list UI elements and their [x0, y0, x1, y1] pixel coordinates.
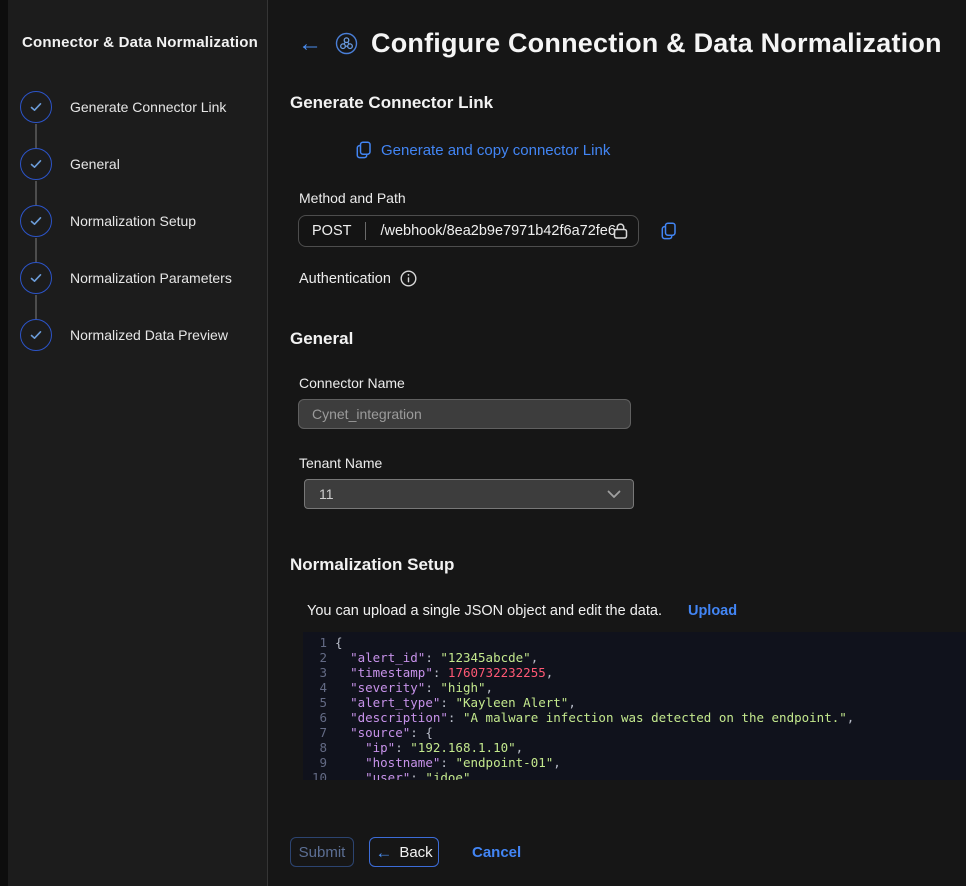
page-header: ← Configure Connection & Data Normalizat…	[290, 28, 966, 59]
checkmark-icon	[28, 327, 44, 343]
authentication-label: Authentication	[299, 271, 391, 287]
step-normalization-parameters[interactable]: Normalization Parameters	[8, 249, 267, 306]
back-button-arrow-icon: ←	[375, 844, 392, 861]
back-button-label: Back	[399, 844, 432, 861]
checkmark-icon	[28, 99, 44, 115]
step-label: Generate Connector Link	[70, 99, 226, 115]
step-generate-connector-link[interactable]: Generate Connector Link	[8, 78, 267, 135]
connector-name-value: Cynet_integration	[312, 406, 422, 422]
back-arrow-icon[interactable]: ←	[298, 32, 322, 56]
step-complete-icon	[20, 148, 52, 180]
submit-button[interactable]: Submit	[290, 837, 354, 867]
steps-sidebar: Connector & Data Normalization Generate …	[0, 0, 268, 886]
section-heading-generate: Generate Connector Link	[290, 93, 966, 113]
checkmark-icon	[28, 213, 44, 229]
step-complete-icon	[20, 91, 52, 123]
section-heading-general: General	[290, 329, 966, 349]
copy-path-icon[interactable]	[661, 222, 677, 240]
step-normalization-setup[interactable]: Normalization Setup	[8, 192, 267, 249]
method-path-row: POST /webhook/8ea2b9e7971b42f6a72fe6	[298, 215, 966, 247]
copy-icon	[356, 141, 372, 159]
upload-link[interactable]: Upload	[688, 603, 737, 619]
page-title: Configure Connection & Data Normalizatio…	[371, 28, 942, 59]
section-heading-normalization: Normalization Setup	[290, 555, 966, 575]
connector-name-input[interactable]: Cynet_integration	[298, 399, 631, 429]
method-path-field[interactable]: POST /webhook/8ea2b9e7971b42f6a72fe6	[298, 215, 639, 247]
cancel-button[interactable]: Cancel	[472, 837, 521, 867]
footer-actions: Submit ← Back Cancel	[290, 837, 966, 867]
steps-list: Generate Connector Link General Normaliz…	[8, 78, 267, 363]
step-label: Normalization Parameters	[70, 270, 232, 286]
generate-copy-link-label: Generate and copy connector Link	[381, 142, 610, 159]
json-editor[interactable]: 1{2 "alert_id": "12345abcde",3 "timestam…	[303, 632, 966, 780]
connector-cluster-icon	[334, 31, 359, 56]
upload-hint: You can upload a single JSON object and …	[307, 603, 662, 619]
step-complete-icon	[20, 205, 52, 237]
step-complete-icon	[20, 262, 52, 294]
configure-connector-page: Connector & Data Normalization Generate …	[0, 0, 966, 886]
step-complete-icon	[20, 319, 52, 351]
info-icon[interactable]	[400, 270, 417, 287]
http-method: POST	[312, 223, 351, 239]
step-label: General	[70, 156, 120, 172]
field-divider	[365, 222, 366, 240]
generate-copy-link[interactable]: Generate and copy connector Link	[356, 141, 610, 159]
lock-icon	[612, 222, 629, 240]
step-label: Normalized Data Preview	[70, 327, 228, 343]
method-path-label: Method and Path	[299, 190, 966, 206]
chevron-down-icon	[607, 490, 621, 499]
checkmark-icon	[28, 156, 44, 172]
upload-row: You can upload a single JSON object and …	[307, 603, 966, 619]
authentication-row: Authentication	[299, 270, 966, 287]
webhook-path: /webhook/8ea2b9e7971b42f6a72fe6	[380, 223, 618, 239]
sidebar-title: Connector & Data Normalization	[22, 34, 267, 51]
main-content: ← Configure Connection & Data Normalizat…	[269, 0, 966, 886]
tenant-name-label: Tenant Name	[299, 455, 966, 471]
step-normalized-data-preview[interactable]: Normalized Data Preview	[8, 306, 267, 363]
checkmark-icon	[28, 270, 44, 286]
json-editor-lines: 1{2 "alert_id": "12345abcde",3 "timestam…	[303, 635, 966, 780]
tenant-name-value: 11	[319, 486, 334, 502]
connector-name-label: Connector Name	[299, 375, 966, 391]
step-general[interactable]: General	[8, 135, 267, 192]
back-button[interactable]: ← Back	[369, 837, 439, 867]
step-label: Normalization Setup	[70, 213, 196, 229]
tenant-name-select[interactable]: 11	[304, 479, 634, 509]
